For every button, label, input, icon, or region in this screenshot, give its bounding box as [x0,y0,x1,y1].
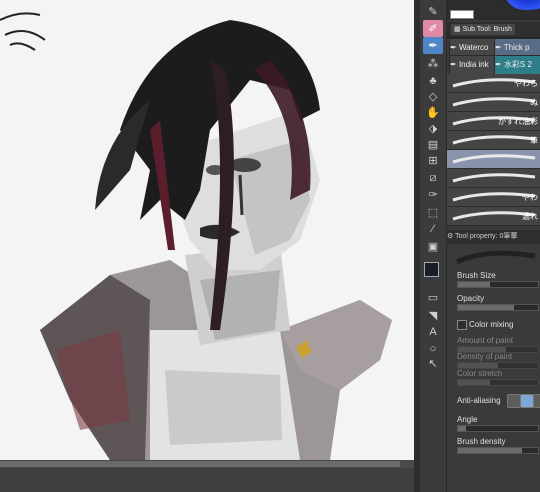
color-stretch-slider[interactable] [457,379,539,386]
color-stretch-label: Color stretch [457,369,503,378]
subtool-group-india-ink[interactable]: ✒ India ink [449,55,495,75]
brush-name: やわら [514,79,538,88]
angle-label: Angle [457,415,478,424]
brush-icon: ✒ [495,60,502,69]
color-mixing-label: Color mixing [469,320,514,329]
balloon-tool-icon[interactable]: ▭ [423,289,443,306]
angle-slider[interactable] [457,425,539,432]
subtool-tab-label: Sub Tool: Brush [462,26,512,33]
subtool-tab-bar: ▦ Sub Tool: Brush [447,22,540,38]
decoration-tool-icon[interactable]: ♣ [423,72,443,89]
brush-size-label: Brush Size [457,271,496,280]
airbrush-tool-icon[interactable]: ⁂ [423,55,443,72]
tool-property-panel: Brush Size Opacity Color mixing Amount o… [447,244,540,492]
brush-name: かすれ油彩 [498,117,538,126]
group-label: Waterco [458,43,489,52]
brush-name: ぬ [530,98,538,107]
subtool-tab[interactable]: ▦ Sub Tool: Brush [451,24,515,35]
eyedropper-tool-icon[interactable]: ✑ [423,186,443,203]
brush-item[interactable]: やわら [447,74,540,93]
aa-none-button[interactable] [507,394,521,408]
brush-item[interactable]: やわ [447,188,540,207]
main-sub-color-well[interactable] [424,262,444,282]
figure-tool-icon[interactable]: ⊞ [423,152,443,169]
brush-icon: ✒ [495,43,502,52]
brush-density-label: Brush density [457,437,506,446]
brush-list: やわらぬかすれ油彩筆やわ濃れ [447,74,540,226]
aa-medium-button[interactable] [533,394,540,408]
fill-tool-icon[interactable]: ⬗ [423,120,443,137]
brush-icon: ✒ [450,43,457,52]
brush-density-slider[interactable] [457,447,539,454]
brush-item[interactable]: 濃れ [447,207,540,226]
brush-preview-stroke [455,250,536,265]
density-of-paint-label: Density of paint [457,352,513,361]
select-tool-icon[interactable]: ⬚ [423,204,443,221]
brush-icon: ✒ [450,60,457,69]
pen-tool-icon[interactable]: ✎ [423,3,443,20]
status-bar [0,468,414,492]
move-tool-icon[interactable]: ↖ [423,355,443,372]
brush-stroke-preview [452,173,536,183]
brush-item[interactable]: かすれ油彩 [447,112,540,131]
color-mixing-checkbox[interactable] [457,320,467,330]
brush-name: 濃れ [522,212,538,221]
brush-item[interactable] [447,150,540,169]
blend-tool-icon[interactable]: ✋ [423,104,443,121]
text-tool-icon[interactable]: A [423,323,443,340]
tool-property-icon: ⚙ [447,233,456,240]
brush-name: 筆 [530,136,538,145]
density-of-paint-slider[interactable] [457,362,539,369]
artwork [0,12,392,460]
canvas-horizontal-scrollbar[interactable] [0,460,414,468]
subtool-group-watercolor-s2[interactable]: ✒ 水彩S 2 [494,55,540,75]
pencil-tool-icon[interactable]: ✐ [423,20,443,37]
correct-line-tool-icon[interactable]: ◥ [423,307,443,324]
color-preview-icon [450,10,474,19]
brush-stroke-preview [452,135,536,145]
brush-stroke-preview [452,154,536,164]
brush-item[interactable]: 筆 [447,131,540,150]
amount-of-paint-label: Amount of paint [457,336,514,345]
tool-property-header: ⚙ Tool property: 0筆蕈 [447,230,540,244]
frame-tool-icon[interactable]: ▣ [423,238,443,255]
ruler-tool-icon[interactable]: ⧄ [423,170,443,187]
brush-size-slider[interactable] [457,281,539,288]
tool-property-title: Tool property: 0筆蕈 [455,233,518,240]
anti-aliasing-label: Anti-aliasing [457,396,501,405]
brush-name: やわ [522,193,538,202]
gradient-tool-icon[interactable]: ▤ [423,136,443,153]
group-label: 水彩S 2 [503,60,532,69]
group-label: Thick p [503,43,530,52]
scrollbar-thumb[interactable] [0,461,400,467]
line-tool-icon[interactable]: ⁄ [423,220,443,237]
color-wheel-panel[interactable] [447,0,540,20]
opacity-label: Opacity [457,294,485,303]
brush-stroke-preview [452,97,536,107]
tool-palette: ✎ ✐ ✒ ⁂ ♣ ◇ ✋ ⬗ ▤ ⊞ ⧄ ✑ ⬚ ⁄ ▣ ▭ ◥ A ○ ↖ [420,0,447,492]
brush-item[interactable]: ぬ [447,93,540,112]
color-ring[interactable] [493,0,540,10]
group-label: India ink [458,60,489,69]
opacity-slider[interactable] [457,304,539,311]
eraser-tool-icon[interactable]: ◇ [423,88,443,105]
aa-weak-button[interactable] [520,394,534,408]
brush-tool-icon[interactable]: ✒ [423,37,443,54]
illustration-canvas[interactable] [0,0,414,460]
brush-tab-icon: ▦ [454,26,463,33]
main-color-swatch[interactable] [424,262,439,277]
brush-item[interactable] [447,169,540,188]
